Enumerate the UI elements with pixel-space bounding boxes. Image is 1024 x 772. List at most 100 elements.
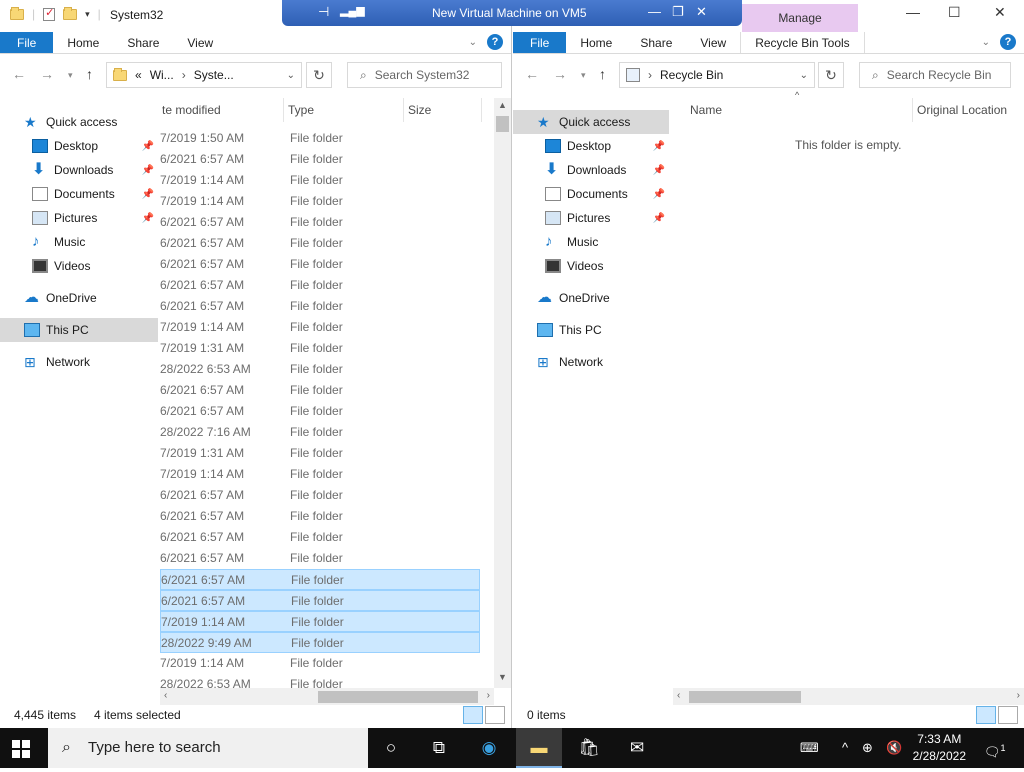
table-row[interactable]: 28/2022 9:49 AM File folder	[160, 632, 480, 653]
table-row[interactable]: 7/2019 1:31 AM File folder	[160, 338, 480, 359]
nav-item-network[interactable]: ⊞ Network	[513, 350, 669, 374]
table-row[interactable]: 6/2021 6:57 AM File folder	[160, 569, 480, 590]
windows-start-icon[interactable]	[12, 740, 30, 758]
tab-home[interactable]: Home	[53, 32, 113, 53]
large-icons-view-icon[interactable]	[998, 706, 1018, 724]
volume-muted-icon[interactable]: 🔇	[886, 728, 902, 768]
task-view-icon[interactable]: ⧉	[416, 728, 462, 768]
table-row[interactable]: 6/2021 6:57 AM File folder	[160, 233, 480, 254]
column-name[interactable]: Name	[683, 98, 913, 122]
table-row[interactable]: 28/2022 6:53 AM File folder	[160, 674, 480, 688]
system-clock[interactable]: 7:33 AM 2/28/2022	[913, 731, 966, 765]
tab-share[interactable]: Share	[626, 32, 686, 53]
scroll-down-icon[interactable]: ▼	[494, 672, 511, 682]
nav-item-music[interactable]: ♪ Music	[0, 230, 158, 254]
large-icons-view-icon[interactable]	[485, 706, 505, 724]
table-row[interactable]: 7/2019 1:14 AM File folder	[160, 611, 480, 632]
table-row[interactable]: 6/2021 6:57 AM File folder	[160, 254, 480, 275]
address-bar[interactable]: « Wi... › Syste... ⌄	[106, 62, 302, 88]
minimize-icon[interactable]: —	[648, 4, 661, 19]
recent-locations-icon[interactable]: ▾	[581, 70, 586, 81]
new-folder-icon[interactable]	[63, 6, 78, 20]
tab-file[interactable]: File	[513, 32, 567, 53]
store-icon[interactable]: 🛍	[566, 728, 612, 768]
table-row[interactable]: 6/2021 6:57 AM File folder	[160, 401, 480, 422]
tab-view[interactable]: View	[686, 32, 740, 53]
breadcrumb-recycle-bin[interactable]: Recycle Bin	[660, 68, 723, 82]
recent-locations-icon[interactable]: ▾	[68, 70, 73, 81]
nav-item-documents[interactable]: Documents 📌	[0, 182, 158, 206]
pin-icon[interactable]: ⊣	[318, 4, 329, 20]
nav-item-quick-access[interactable]: ★ Quick access	[513, 110, 669, 134]
forward-arrow-icon[interactable]: →	[553, 66, 567, 82]
table-row[interactable]: 7/2019 1:14 AM File folder	[160, 191, 480, 212]
mail-icon[interactable]: ✉	[614, 728, 660, 768]
details-view-icon[interactable]	[976, 706, 996, 724]
search-input[interactable]: ⌕ Search System32	[347, 62, 502, 88]
table-row[interactable]: 7/2019 1:50 AM File folder	[160, 128, 480, 149]
nav-item-music[interactable]: ♪ Music	[513, 230, 669, 254]
breadcrumb-overflow[interactable]: «	[135, 68, 142, 82]
table-row[interactable]: 6/2021 6:57 AM File folder	[160, 527, 480, 548]
search-input[interactable]: ⌕ Search Recycle Bin	[859, 62, 1011, 88]
show-hidden-icons-icon[interactable]: ^	[842, 728, 848, 768]
table-row[interactable]: 6/2021 6:57 AM File folder	[160, 275, 480, 296]
tab-recycle-bin-tools[interactable]: Recycle Bin Tools	[740, 32, 865, 53]
scroll-left-icon[interactable]: ‹	[677, 690, 680, 701]
scroll-thumb[interactable]	[496, 116, 509, 132]
table-row[interactable]: 7/2019 1:14 AM File folder	[160, 317, 480, 338]
breadcrumb-system32[interactable]: Syste...	[194, 68, 234, 82]
table-row[interactable]: 7/2019 1:14 AM File folder	[160, 653, 480, 674]
nav-item-desktop[interactable]: Desktop 📌	[513, 134, 669, 158]
table-row[interactable]: 28/2022 7:16 AM File folder	[160, 422, 480, 443]
cortana-icon[interactable]: ○	[368, 728, 414, 768]
table-row[interactable]: 7/2019 1:14 AM File folder	[160, 464, 480, 485]
refresh-icon[interactable]: ↻	[818, 62, 844, 88]
refresh-icon[interactable]: ↻	[306, 62, 332, 88]
nav-item-downloads[interactable]: ⬇ Downloads 📌	[0, 158, 158, 182]
minimize-icon[interactable]: —	[906, 4, 920, 20]
column-original-location[interactable]: Original Location	[913, 98, 1024, 122]
properties-icon[interactable]	[43, 6, 56, 21]
table-row[interactable]: 28/2022 6:53 AM File folder	[160, 359, 480, 380]
back-arrow-icon[interactable]: ←	[525, 66, 539, 82]
table-row[interactable]: 6/2021 6:57 AM File folder	[160, 380, 480, 401]
nav-item-pictures[interactable]: Pictures 📌	[513, 206, 669, 230]
close-icon[interactable]: ✕	[994, 4, 1006, 21]
tab-home[interactable]: Home	[566, 32, 626, 53]
table-row[interactable]: 7/2019 1:31 AM File folder	[160, 443, 480, 464]
folder-icon[interactable]	[10, 6, 24, 20]
details-view-icon[interactable]	[463, 706, 483, 724]
nav-item-videos[interactable]: Videos	[0, 254, 158, 278]
scroll-right-icon[interactable]: ›	[487, 690, 490, 701]
tab-share[interactable]: Share	[113, 32, 173, 53]
nav-item-documents[interactable]: Documents 📌	[513, 182, 669, 206]
table-row[interactable]: 6/2021 6:57 AM File folder	[160, 548, 480, 569]
close-icon[interactable]: ✕	[696, 4, 707, 20]
table-row[interactable]: 6/2021 6:57 AM File folder	[160, 149, 480, 170]
nav-item-this-pc[interactable]: This PC	[0, 318, 158, 342]
network-tray-icon[interactable]: ⊕	[862, 728, 873, 768]
scroll-left-icon[interactable]: ‹	[164, 690, 167, 701]
back-arrow-icon[interactable]: ←	[12, 66, 26, 82]
table-row[interactable]: 6/2021 6:57 AM File folder	[160, 296, 480, 317]
keyboard-icon[interactable]: ⌨	[800, 728, 819, 768]
table-row[interactable]: 6/2021 6:57 AM File folder	[160, 212, 480, 233]
table-row[interactable]: 6/2021 6:57 AM File folder	[160, 485, 480, 506]
help-icon[interactable]: ?	[1000, 34, 1016, 50]
vertical-scrollbar[interactable]: ▲ ▼	[494, 98, 511, 688]
nav-item-onedrive[interactable]: ☁ OneDrive	[0, 286, 158, 310]
expand-ribbon-icon[interactable]: ⌄	[982, 37, 990, 48]
tab-view[interactable]: View	[173, 32, 227, 53]
forward-arrow-icon[interactable]: →	[40, 66, 54, 82]
address-dropdown-icon[interactable]: ⌄	[287, 70, 295, 81]
notifications-icon[interactable]: 🗨1	[984, 728, 1006, 772]
expand-ribbon-icon[interactable]: ⌄	[469, 37, 477, 48]
table-row[interactable]: 6/2021 6:57 AM File folder	[160, 506, 480, 527]
nav-item-videos[interactable]: Videos	[513, 254, 669, 278]
nav-item-quick-access[interactable]: ★ Quick access	[0, 110, 158, 134]
nav-item-desktop[interactable]: Desktop 📌	[0, 134, 158, 158]
scroll-up-icon[interactable]: ▲	[494, 100, 511, 110]
scroll-right-icon[interactable]: ›	[1017, 690, 1020, 701]
manage-tab-header[interactable]: Manage	[742, 4, 858, 32]
